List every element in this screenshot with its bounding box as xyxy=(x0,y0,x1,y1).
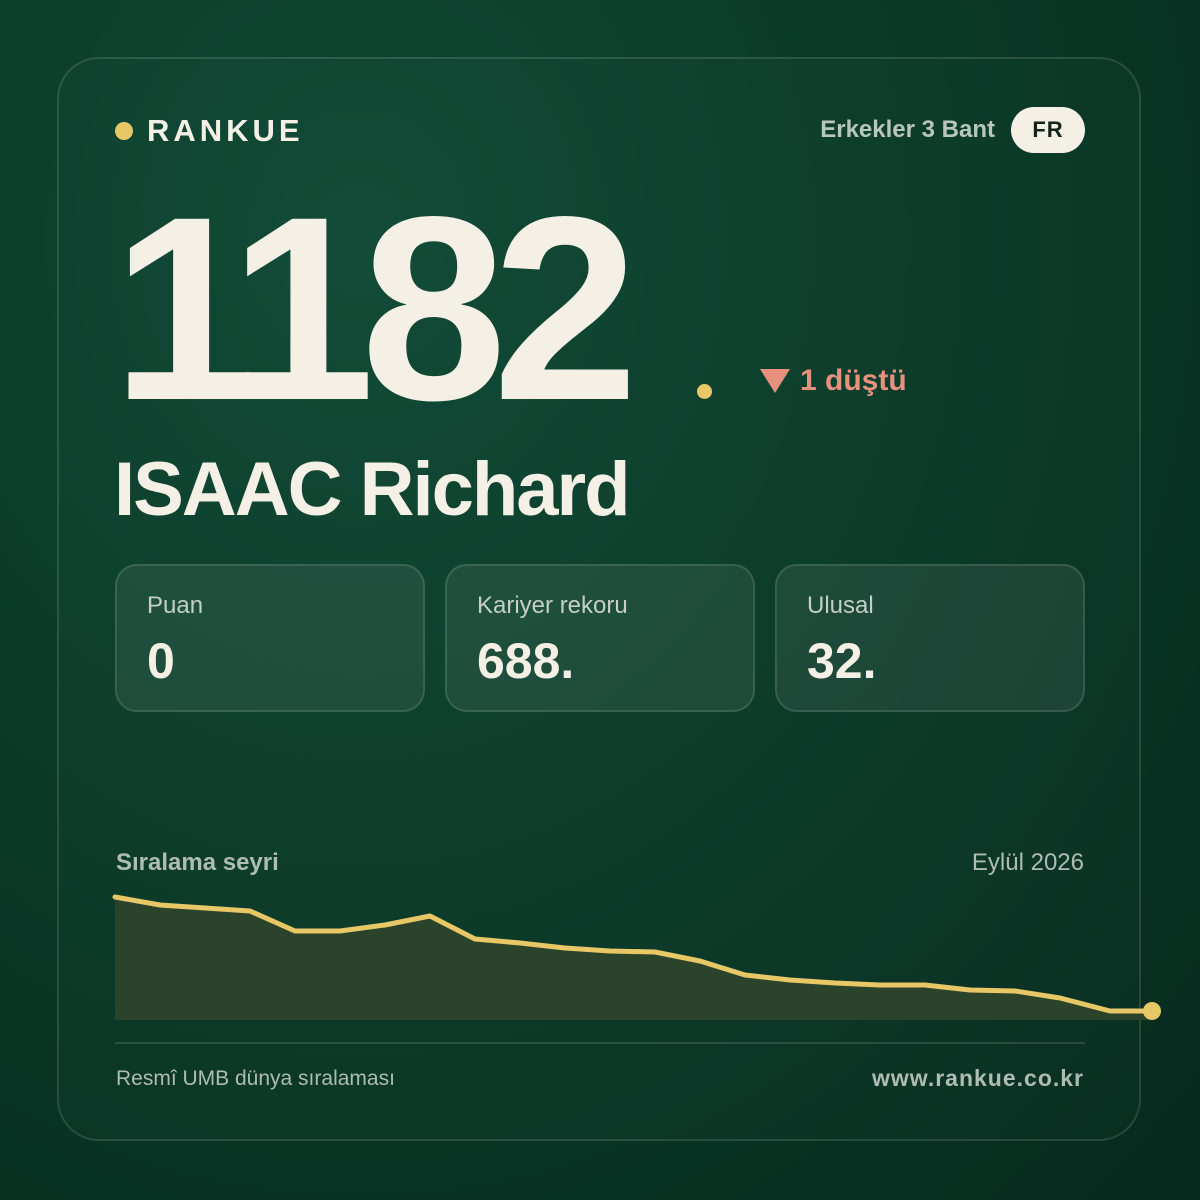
trend-chart xyxy=(112,894,1161,1020)
website-link[interactable]: www.rankue.co.kr xyxy=(872,1065,1084,1092)
source-note: Resmî UMB dünya sıralaması xyxy=(116,1067,395,1090)
trend-area xyxy=(115,897,1150,1020)
footer-divider xyxy=(115,1042,1085,1044)
trend-end-marker xyxy=(1143,1002,1161,1020)
